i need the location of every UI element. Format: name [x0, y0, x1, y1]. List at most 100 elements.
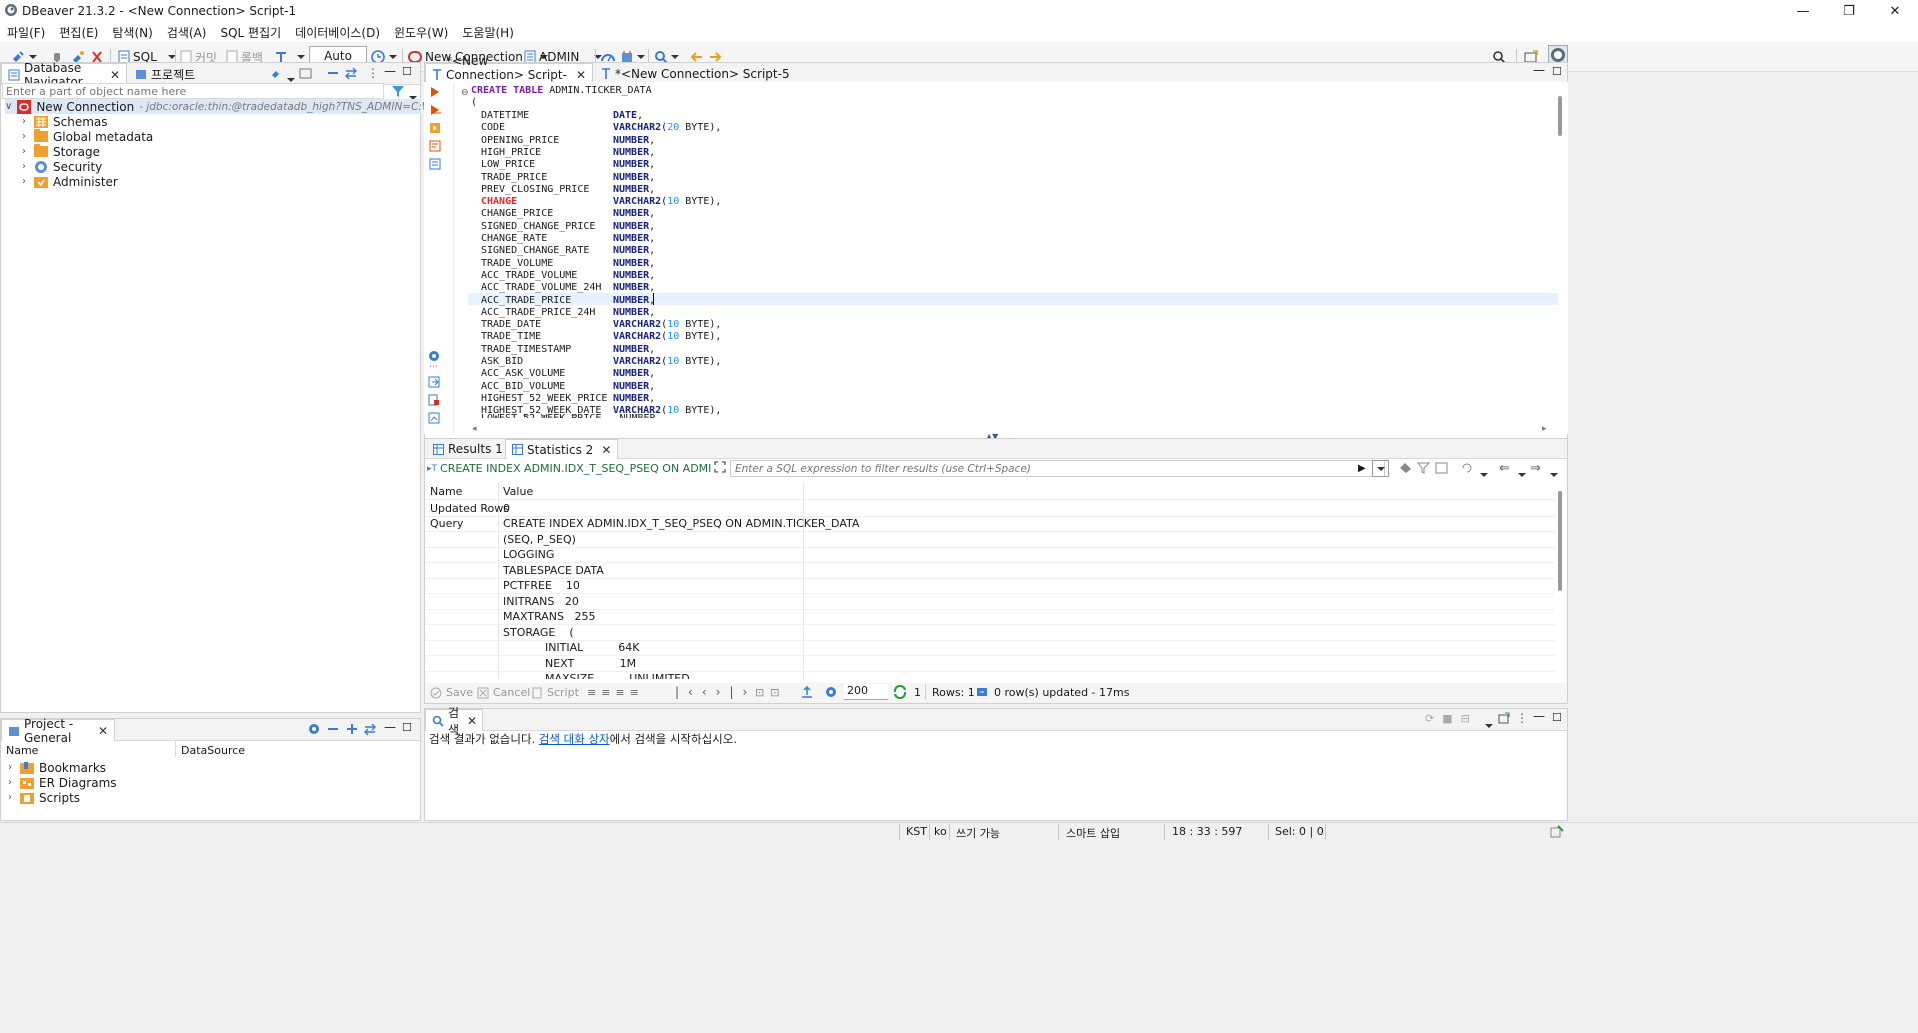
- filter-icon[interactable]: [391, 84, 405, 98]
- results-filter-input[interactable]: [731, 461, 1384, 476]
- notification-icon[interactable]: [1550, 825, 1564, 839]
- chevron-right-icon[interactable]: ›: [19, 161, 29, 172]
- menu-sql-editor[interactable]: SQL 편집기: [213, 22, 288, 42]
- pin-view-icon[interactable]: [1498, 712, 1510, 724]
- menu-edit[interactable]: 편집(E): [52, 22, 105, 42]
- expand-icon[interactable]: [345, 722, 359, 736]
- query-text-label[interactable]: ▸T CREATE INDEX ADMIN.IDX_T_SEQ_PSEQ ON …: [427, 460, 712, 477]
- explain-plan-icon[interactable]: [429, 140, 441, 152]
- chevron-right-icon[interactable]: ›: [19, 116, 29, 127]
- maximize-view-icon[interactable]: ☐: [1552, 711, 1562, 724]
- collapse-all-icon[interactable]: [326, 722, 340, 736]
- cancel-button[interactable]: Cancel: [477, 686, 530, 699]
- grid-format-icons[interactable]: ≡≡≡≡: [587, 686, 644, 699]
- navigator-filter-input[interactable]: [3, 84, 383, 98]
- column-header-name[interactable]: Name: [430, 485, 462, 498]
- execute-new-tab-icon[interactable]: [429, 122, 441, 134]
- tab-database-navigator[interactable]: Database Navigator ✕: [1, 61, 127, 89]
- connection-node[interactable]: ∨ New Connection - jdbc:oracle:thin:@tra…: [5, 99, 508, 114]
- close-icon[interactable]: ✕: [601, 443, 611, 457]
- clear-filter-icon[interactable]: [1399, 462, 1412, 474]
- back-arrow-icon[interactable]: ⇐: [1499, 461, 1510, 476]
- chevron-down-icon[interactable]: [1550, 467, 1558, 480]
- filter-history-dropdown[interactable]: [1372, 460, 1389, 477]
- apply-filter-icon[interactable]: ▶: [1358, 463, 1366, 474]
- chevron-right-icon[interactable]: ›: [19, 146, 29, 157]
- execute-statement-icon[interactable]: [430, 86, 440, 98]
- pagination-icons[interactable]: |‹‹›|›: [675, 685, 756, 699]
- minimize-view-icon[interactable]: —: [384, 64, 396, 78]
- file-lock-icon[interactable]: [428, 394, 440, 406]
- minimize-button[interactable]: —: [1780, 0, 1826, 22]
- minimize-editor-icon[interactable]: —: [1533, 63, 1545, 77]
- table-row[interactable]: (SEQ, P_SEQ): [425, 532, 1555, 548]
- statistics-grid[interactable]: Name Value Updated Rows 0 Query CREATE INDE…: [425, 483, 1555, 679]
- maximize-editor-icon[interactable]: ☐: [1552, 65, 1562, 78]
- new-connection-icon[interactable]: [269, 66, 283, 80]
- filter-settings-icon[interactable]: [1435, 462, 1448, 474]
- table-row[interactable]: STORAGE (: [425, 625, 1555, 641]
- close-icon[interactable]: ✕: [467, 714, 477, 728]
- menu-navigate[interactable]: 탐색(N): [105, 22, 159, 42]
- search-dialog-link[interactable]: 검색 대화 상자: [539, 732, 610, 746]
- link-with-editor-icon[interactable]: [363, 722, 377, 736]
- gear-icon[interactable]: [825, 686, 837, 698]
- export-icon[interactable]: [801, 685, 813, 699]
- chevron-down-icon[interactable]: [1518, 467, 1526, 480]
- gear-icon[interactable]: [428, 350, 440, 362]
- export-script-icon[interactable]: [428, 376, 440, 388]
- link-with-editor-icon[interactable]: [344, 66, 358, 80]
- chevron-down-icon[interactable]: [1480, 467, 1488, 480]
- close-icon[interactable]: ✕: [110, 68, 120, 82]
- file-chart-icon[interactable]: [428, 412, 440, 424]
- expand-filter-icon[interactable]: [714, 461, 726, 473]
- menu-file[interactable]: 파일(F): [0, 22, 52, 42]
- chevron-right-icon[interactable]: ›: [19, 176, 29, 187]
- tree-item-er-diagrams[interactable]: › ER Diagrams: [5, 775, 117, 790]
- view-menu-icon[interactable]: ⋮: [367, 66, 379, 80]
- close-icon[interactable]: ✕: [576, 68, 586, 82]
- tab-results-1[interactable]: Results 1: [427, 439, 509, 459]
- gear-icon[interactable]: [307, 722, 321, 736]
- column-header-name[interactable]: Name: [6, 744, 38, 757]
- table-row[interactable]: NEXT 1M: [425, 656, 1555, 672]
- view-menu-icon[interactable]: ⋮: [1516, 711, 1528, 725]
- chevron-right-icon[interactable]: ›: [5, 792, 15, 803]
- scroll-left-icon[interactable]: ◂: [472, 424, 477, 434]
- menu-window[interactable]: 윈도우(W): [387, 22, 455, 42]
- table-row[interactable]: INITIAL 64K: [425, 641, 1555, 656]
- tree-item-schemas[interactable]: › Schemas: [19, 114, 108, 129]
- more-icon[interactable]: ⋯: [429, 362, 438, 372]
- maximize-view-icon[interactable]: ☐: [402, 721, 412, 734]
- menu-search[interactable]: 검색(A): [160, 22, 214, 42]
- maximize-view-icon[interactable]: ☐: [402, 65, 412, 78]
- table-row[interactable]: PCTFREE 10: [425, 579, 1555, 594]
- table-row[interactable]: INITRANS 20: [425, 594, 1555, 610]
- chevron-down-icon[interactable]: [1485, 718, 1493, 731]
- search-view-actions[interactable]: ⟳■⊟: [1425, 712, 1478, 725]
- minimize-view-icon[interactable]: —: [384, 720, 396, 734]
- layout-icons[interactable]: ⊡⊡: [755, 686, 785, 699]
- column-header-datasource[interactable]: DataSource: [181, 744, 245, 757]
- sql-editor[interactable]: ⋯ ⊖ CREATE TABLE ADMIN.TICKER_DATA ( DAT…: [424, 82, 1568, 434]
- save-button[interactable]: Save: [430, 686, 473, 699]
- fold-toggle-icon[interactable]: ⊖: [461, 88, 469, 98]
- minimize-view-icon[interactable]: —: [1533, 709, 1545, 723]
- column-header-value[interactable]: Value: [503, 485, 533, 498]
- maximize-button[interactable]: ❐: [1826, 0, 1872, 22]
- tab-project-general[interactable]: Project - General ✕: [1, 717, 115, 745]
- chevron-right-icon[interactable]: ›: [5, 777, 15, 788]
- refresh-mode-icon[interactable]: [1461, 462, 1474, 474]
- new-folder-icon[interactable]: [299, 66, 313, 80]
- table-row[interactable]: Updated Rows 0: [425, 501, 1555, 517]
- tree-item-global-metadata[interactable]: › Global metadata: [19, 129, 153, 144]
- tab-projects[interactable]: 프로젝트: [129, 63, 201, 85]
- menu-help[interactable]: 도움말(H): [455, 22, 521, 42]
- table-row[interactable]: Query CREATE INDEX ADMIN.IDX_T_SEQ_PSEQ O…: [425, 517, 1555, 532]
- script-button[interactable]: Script: [531, 686, 579, 699]
- tab-statistics-2[interactable]: Statistics 2 ✕: [505, 439, 619, 459]
- filter-icon[interactable]: [1417, 462, 1430, 474]
- vertical-scrollbar[interactable]: [1558, 96, 1562, 136]
- execute-script-icon[interactable]: [430, 104, 442, 116]
- tree-item-administer[interactable]: › Administer: [19, 174, 118, 189]
